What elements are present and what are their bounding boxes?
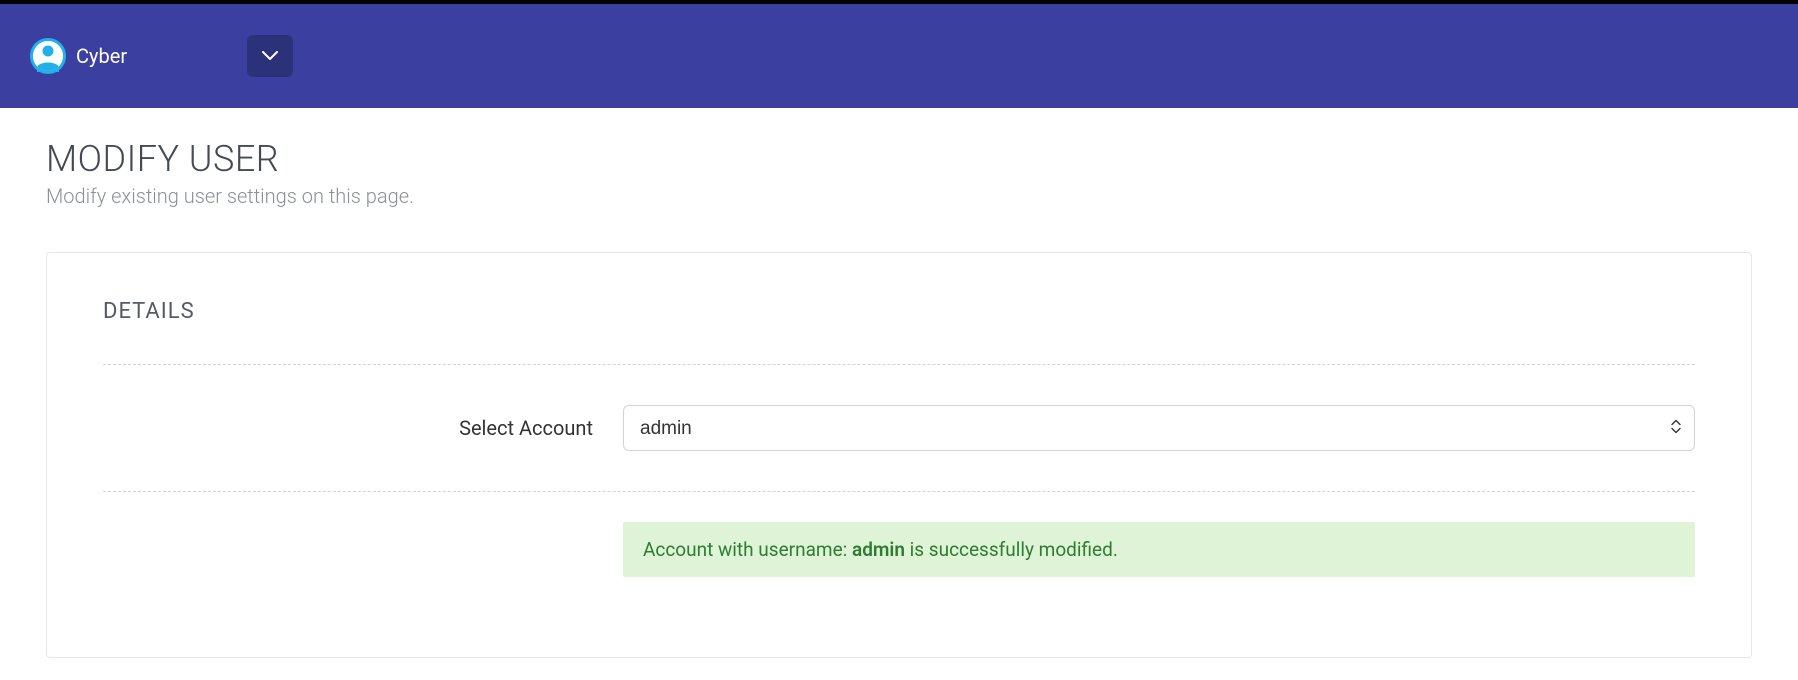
alert-text-suffix: is successfully modified.: [905, 538, 1118, 561]
success-alert: Account with username: admin is successf…: [623, 522, 1695, 577]
alert-username: admin: [852, 538, 905, 561]
alert-row: Account with username: admin is successf…: [103, 492, 1695, 577]
header-dropdown-button[interactable]: [247, 35, 293, 77]
app-header: Cyber: [0, 4, 1798, 108]
current-user[interactable]: Cyber: [30, 38, 127, 74]
username-label: Cyber: [76, 44, 127, 68]
select-account-wrap: admin: [623, 405, 1695, 451]
details-panel: DETAILS Select Account admin Account: [46, 252, 1752, 658]
alert-text-prefix: Account with username:: [643, 538, 852, 561]
page-content: MODIFY USER Modify existing user setting…: [0, 108, 1798, 658]
panel-title: DETAILS: [103, 299, 1695, 324]
chevron-down-icon: [262, 51, 278, 61]
select-account-label: Select Account: [103, 416, 623, 440]
page-subtitle: Modify existing user settings on this pa…: [46, 184, 1752, 208]
select-account-row: Select Account admin: [103, 365, 1695, 491]
select-account-input[interactable]: admin: [623, 405, 1695, 451]
page-title: MODIFY USER: [46, 138, 1752, 180]
user-avatar-icon: [30, 38, 66, 74]
alert-spacer: [103, 522, 623, 577]
